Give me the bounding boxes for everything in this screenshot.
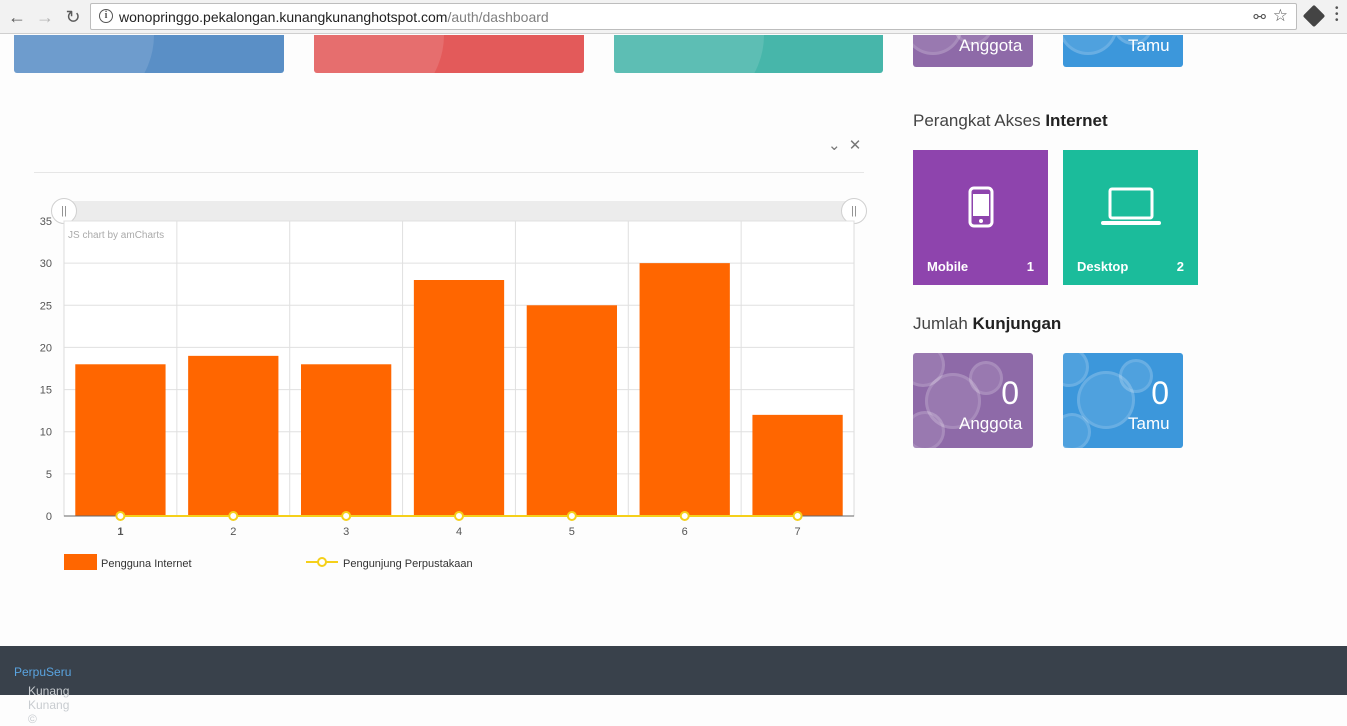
tile-desktop[interactable]: Desktop 2 bbox=[1063, 150, 1198, 285]
key-icon[interactable]: ⚯ bbox=[1253, 8, 1266, 26]
top-tamu-label: Tamu bbox=[1128, 36, 1170, 55]
y-tick-label: 35 bbox=[40, 216, 52, 228]
bar-7[interactable] bbox=[752, 414, 843, 516]
point-6[interactable] bbox=[679, 511, 690, 521]
x-tick-label: 6 bbox=[682, 526, 688, 538]
footer-link[interactable]: PerpuSeru bbox=[14, 665, 71, 679]
menu-dots-icon[interactable]: • • • bbox=[1335, 4, 1339, 26]
tamu-count: 0 bbox=[1151, 375, 1169, 411]
smartphone-icon bbox=[913, 186, 1048, 228]
point-3[interactable] bbox=[341, 511, 352, 521]
legend-swatch-pengguna[interactable] bbox=[64, 554, 97, 570]
x-tick-label: 5 bbox=[569, 526, 575, 538]
x-tick-label: 1 bbox=[117, 526, 123, 538]
tamu-label: Tamu bbox=[1128, 414, 1170, 433]
anggota-label: Anggota bbox=[959, 414, 1023, 433]
legend-marker-pengunjung bbox=[317, 557, 327, 567]
star-icon[interactable]: ☆ bbox=[1273, 6, 1288, 26]
legend-label-pengguna[interactable]: Pengguna Internet bbox=[101, 558, 192, 570]
visits-title: Jumlah Kunjungan bbox=[913, 314, 1062, 333]
bar-1[interactable] bbox=[75, 364, 166, 516]
y-tick-label: 30 bbox=[40, 258, 52, 270]
point-1[interactable] bbox=[115, 511, 126, 521]
point-4[interactable] bbox=[454, 511, 464, 521]
x-tick-label: 7 bbox=[795, 526, 801, 538]
point-5[interactable] bbox=[566, 511, 577, 521]
eraser-icon[interactable] bbox=[1302, 4, 1326, 28]
bar-4[interactable] bbox=[413, 280, 505, 516]
tile-desktop-label: Desktop bbox=[1077, 259, 1129, 274]
x-tick-label: 2 bbox=[230, 526, 236, 538]
tile-desktop-count: 2 bbox=[1176, 259, 1184, 274]
point-7[interactable] bbox=[792, 511, 803, 521]
y-tick-label: 15 bbox=[40, 385, 52, 397]
legend-label-pengunjung[interactable]: Pengunjung Perpustakaan bbox=[343, 558, 473, 570]
y-tick-label: 20 bbox=[40, 342, 52, 354]
laptop-icon bbox=[1063, 186, 1198, 228]
visits-tamu-card: 0 Tamu bbox=[1063, 353, 1183, 448]
x-tick-label: 3 bbox=[343, 526, 349, 538]
x-tick-label: 4 bbox=[456, 526, 462, 538]
tile-mobile-count: 1 bbox=[1026, 259, 1034, 274]
visits-anggota-card: 0 Anggota bbox=[913, 353, 1033, 448]
top-anggota-label: Anggota bbox=[959, 36, 1023, 55]
y-tick-label: 5 bbox=[46, 469, 52, 481]
tile-mobile[interactable]: Mobile 1 bbox=[913, 150, 1048, 285]
point-2[interactable] bbox=[228, 511, 239, 521]
top-tamu-card: Tamu bbox=[1063, 35, 1183, 67]
chart-credit[interactable]: JS chart by amCharts bbox=[68, 230, 164, 241]
y-tick-label: 0 bbox=[46, 511, 52, 523]
anggota-count: 0 bbox=[1001, 375, 1019, 411]
footer-text: Kunang Kunang © bbox=[28, 684, 70, 726]
visits-chart: 0 5 10 15 20 25 30 35 JS chart by amCharts 1 2 3 4… bbox=[40, 216, 855, 570]
y-tick-label: 10 bbox=[40, 427, 52, 439]
bar-6[interactable] bbox=[639, 263, 730, 516]
top-anggota-card: Anggota bbox=[913, 35, 1033, 67]
bar-5[interactable] bbox=[526, 305, 617, 516]
devices-title: Perangkat Akses Internet bbox=[913, 111, 1108, 130]
bar-3[interactable] bbox=[301, 364, 392, 516]
tile-mobile-label: Mobile bbox=[927, 259, 969, 274]
footer: Kunang Kunang © PerpuSeru bbox=[0, 646, 1347, 726]
y-tick-label: 25 bbox=[40, 300, 52, 312]
bar-2[interactable] bbox=[188, 355, 279, 516]
